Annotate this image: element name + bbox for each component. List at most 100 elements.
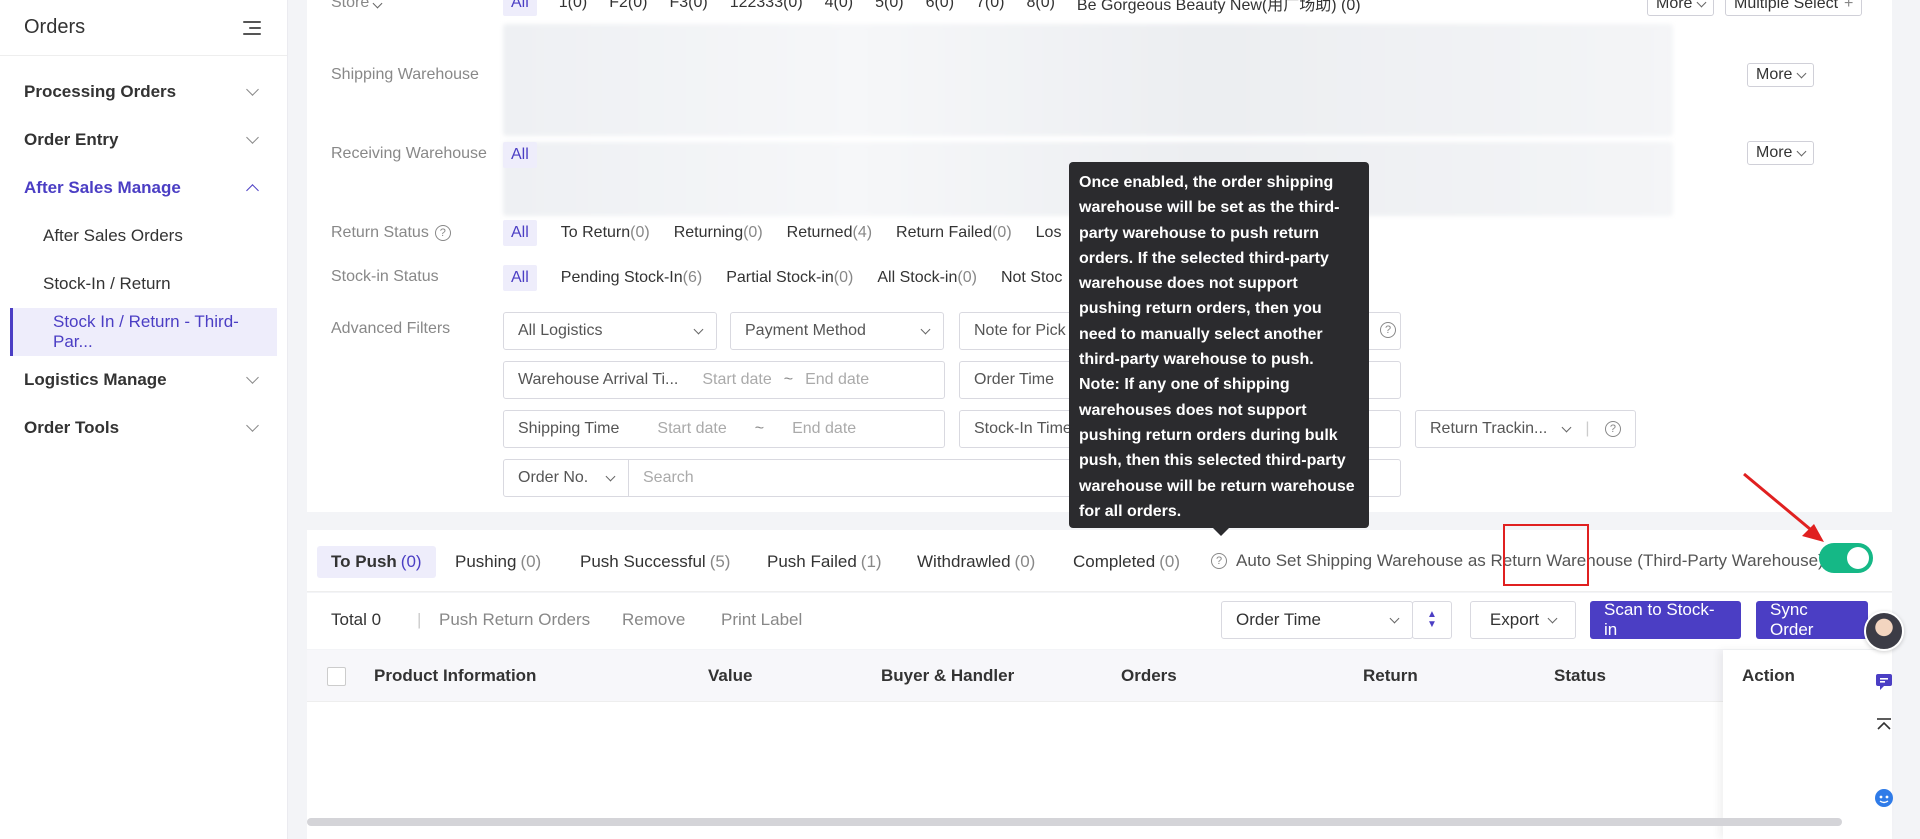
help-icon: ? [1604,421,1621,437]
chevron-up-icon [246,184,259,197]
tab-completed[interactable]: Completed (0) [1059,546,1194,578]
return-tracking-select[interactable]: Return Trackin... |? [1415,410,1636,448]
sidebar-header: Orders [0,0,287,56]
highlight-box [1503,524,1589,586]
return-status-option[interactable]: Returning(0) [674,224,763,242]
sidebar-item-logistics-manage[interactable]: Logistics Manage [0,356,287,404]
stockin-option[interactable]: Not Stoc [1001,269,1062,287]
shipping-warehouse-label: Shipping Warehouse [331,66,479,83]
stockin-status-label: Stock-in Status [331,268,439,285]
store-more-button[interactable]: More [1647,0,1715,16]
auto-set-tooltip: Once enabled, the order shipping warehou… [1069,162,1369,536]
stockin-all-tag[interactable]: All [503,265,537,291]
col-value: Value [708,666,753,685]
store-option[interactable]: 4(0) [825,0,853,12]
shipping-time-range[interactable]: Shipping Time Start date ~ End date [503,410,945,448]
tab-pushing[interactable]: Pushing (0) [441,546,555,578]
payment-method-select[interactable]: Payment Method [730,312,944,350]
store-all-tag[interactable]: All [503,0,537,16]
stockin-option[interactable]: All Stock-in(0) [877,269,977,287]
multiple-select-button[interactable]: Multiple Select + [1725,0,1863,16]
advanced-filters-label: Advanced Filters [331,320,451,337]
sync-order-button[interactable]: Sync Order [1756,600,1868,639]
sidebar-item-order-entry[interactable]: Order Entry [0,116,287,164]
return-status-option[interactable]: Return Failed(0) [896,224,1012,242]
store-options: All 1(0) F2(0) F3(0) 122333(0) 4(0) 5(0)… [503,0,1361,16]
col-product-information: Product Information [374,666,537,685]
return-status-option[interactable]: Returned(4) [787,224,872,242]
receiving-all-tag[interactable]: All [503,142,537,168]
col-buyer-handler: Buyer & Handler [881,666,1015,685]
chevron-down-icon [605,471,616,481]
export-button[interactable]: Export [1470,601,1576,639]
collapse-menu-icon[interactable] [243,20,261,36]
support-avatar[interactable] [1864,611,1904,651]
remove-button[interactable]: Remove [622,610,685,630]
sidebar-item-processing-orders[interactable]: Processing Orders [0,68,287,116]
receiving-warehouse-label: Receiving Warehouse [331,145,487,162]
store-option[interactable]: 8(0) [1026,0,1054,12]
chevron-down-icon [246,131,259,144]
store-option[interactable]: 122333(0) [730,0,803,12]
sidebar-item-order-tools[interactable]: Order Tools [0,404,287,452]
sidebar-item-label: Order Entry [24,130,119,149]
sort-select[interactable]: Order Time [1221,601,1413,639]
store-option[interactable]: Be Gorgeous Beauty New(用广场助) (0) [1077,0,1361,15]
receiving-more-button[interactable]: More [1747,141,1815,165]
back-to-top-icon[interactable] [1870,712,1898,740]
print-label-button[interactable]: Print Label [721,610,802,630]
stockin-option[interactable]: Pending Stock-In(6) [561,269,702,287]
stockin-status-options: All Pending Stock-In(6) Partial Stock-in… [503,265,1062,291]
return-status-option[interactable]: Los [1036,224,1062,242]
store-option[interactable]: 7(0) [976,0,1004,12]
store-label: Store [331,0,383,12]
store-option[interactable]: 6(0) [926,0,954,12]
store-option[interactable]: F3(0) [669,0,707,12]
sidebar-subitem-after-sales-orders[interactable]: After Sales Orders [0,212,287,260]
select-all-checkbox[interactable] [327,667,346,686]
total-count: Total 0 [331,610,382,629]
divider: | [417,610,422,629]
stockin-option[interactable]: Partial Stock-in(0) [726,269,853,287]
sidebar-subitem-stock-in-return[interactable]: Stock-In / Return [0,260,287,308]
sidebar-subitem-stock-in-return-third-party[interactable]: Stock In / Return - Third-Par... [10,308,277,356]
col-orders: Orders [1121,666,1177,685]
sidebar-item-label: After Sales Manage [24,178,181,197]
sidebar-item-label: Processing Orders [24,82,177,101]
sidebar-item-label: Logistics Manage [24,370,167,389]
red-arrow-annotation [1743,472,1824,542]
order-no-select[interactable]: Order No. [503,459,629,497]
chevron-down-icon [920,324,931,334]
tab-push-successful[interactable]: Push Successful (5) [566,546,744,578]
chevron-down-icon [1547,613,1558,623]
scan-to-stock-in-button[interactable]: Scan to Stock-in [1590,600,1741,639]
sort-order-icon[interactable]: ▲ ▼ [1412,601,1452,639]
warehouse-arrival-range[interactable]: Warehouse Arrival Ti... Start date ~ End d… [503,361,945,399]
tab-to-push[interactable]: To Push (0) [317,546,436,578]
tooltip-note: Note: If any one of shipping warehouses … [1079,376,1355,520]
return-status-label: Return Status? [331,224,451,242]
return-status-all-tag[interactable]: All [503,220,537,246]
store-option[interactable]: 1(0) [559,0,587,12]
assistant-icon[interactable] [1870,784,1898,812]
logistics-select[interactable]: All Logistics [503,312,717,350]
tooltip-text: Once enabled, the order shipping warehou… [1079,174,1340,369]
chevron-down-icon [1561,422,1572,432]
store-option[interactable]: 5(0) [875,0,903,12]
action-column: Action [1723,650,1892,839]
return-status-option[interactable]: To Return(0) [561,224,650,242]
orders-table: Product Information Value Buyer & Handle… [307,650,1892,839]
chat-icon[interactable] [1870,668,1898,696]
push-return-orders-button[interactable]: Push Return Orders [439,610,590,630]
sidebar-item-after-sales-manage[interactable]: After Sales Manage [0,164,287,212]
store-option[interactable]: F2(0) [609,0,647,12]
horizontal-scrollbar[interactable] [307,818,1842,826]
tab-withdrawled[interactable]: Withdrawled (0) [903,546,1049,578]
tab-push-failed[interactable]: Push Failed (1) [753,546,896,578]
help-icon[interactable]: ? [1380,322,1396,338]
shipping-more-button[interactable]: More [1747,63,1815,87]
help-icon[interactable]: ? [1211,553,1227,569]
table-header: Product Information Value Buyer & Handle… [307,650,1892,702]
chevron-down-icon [246,371,259,384]
help-icon[interactable]: ? [434,225,451,241]
